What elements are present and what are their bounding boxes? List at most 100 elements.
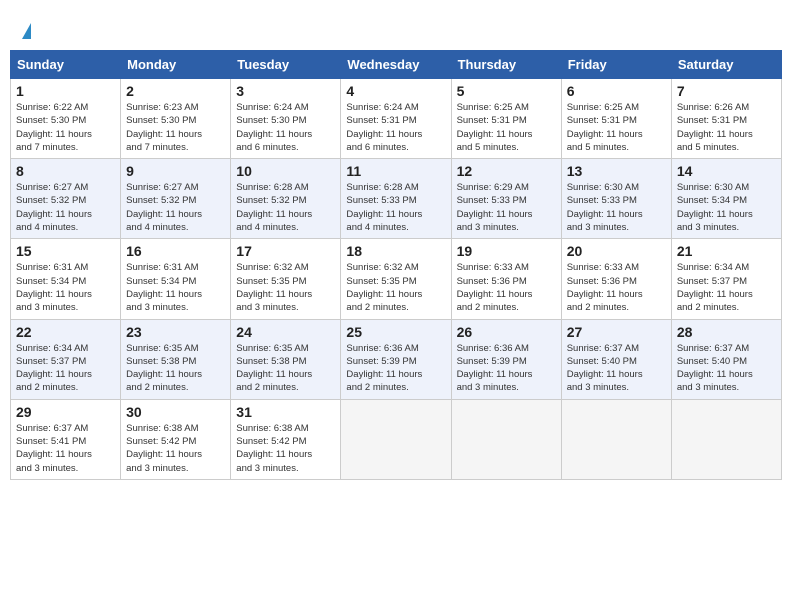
calendar-cell: 19 Sunrise: 6:33 AM Sunset: 5:36 PM Dayli…: [451, 239, 561, 319]
logo: [20, 20, 31, 40]
day-info: Sunrise: 6:30 AM Sunset: 5:34 PM Dayligh…: [677, 181, 776, 234]
day-info: Sunrise: 6:36 AM Sunset: 5:39 PM Dayligh…: [346, 342, 445, 395]
calendar-cell: 30 Sunrise: 6:38 AM Sunset: 5:42 PM Dayli…: [121, 399, 231, 479]
day-info: Sunrise: 6:24 AM Sunset: 5:30 PM Dayligh…: [236, 101, 335, 154]
calendar-cell: 29 Sunrise: 6:37 AM Sunset: 5:41 PM Dayli…: [11, 399, 121, 479]
day-info: Sunrise: 6:33 AM Sunset: 5:36 PM Dayligh…: [457, 261, 556, 314]
calendar-cell: 20Sunrise: 6:33 AM Sunset: 5:36 PM Dayli…: [561, 239, 671, 319]
day-number: 28: [677, 324, 776, 340]
calendar-cell: 24 Sunrise: 6:35 AM Sunset: 5:38 PM Dayli…: [231, 319, 341, 399]
day-info: Sunrise: 6:28 AM Sunset: 5:33 PM Dayligh…: [346, 181, 445, 234]
calendar-cell: 6Sunrise: 6:25 AM Sunset: 5:31 PM Daylig…: [561, 79, 671, 159]
calendar-week-2: 8Sunrise: 6:27 AM Sunset: 5:32 PM Daylig…: [11, 159, 782, 239]
day-info: Sunrise: 6:32 AM Sunset: 5:35 PM Dayligh…: [236, 261, 335, 314]
day-number: 6: [567, 83, 666, 99]
day-number: 22: [16, 324, 115, 340]
day-number: 14: [677, 163, 776, 179]
weekday-header-wednesday: Wednesday: [341, 51, 451, 79]
day-number: 25: [346, 324, 445, 340]
day-info: Sunrise: 6:29 AM Sunset: 5:33 PM Dayligh…: [457, 181, 556, 234]
day-number: 26: [457, 324, 556, 340]
calendar-cell: 1 Sunrise: 6:22 AM Sunset: 5:30 PM Daylig…: [11, 79, 121, 159]
calendar-body: 1 Sunrise: 6:22 AM Sunset: 5:30 PM Daylig…: [11, 79, 782, 480]
day-number: 19: [457, 243, 556, 259]
weekday-header-tuesday: Tuesday: [231, 51, 341, 79]
calendar-week-3: 15 Sunrise: 6:31 AM Sunset: 5:34 PM Dayli…: [11, 239, 782, 319]
day-number: 16: [126, 243, 225, 259]
day-info: Sunrise: 6:37 AM Sunset: 5:40 PM Dayligh…: [677, 342, 776, 395]
weekday-header-row: SundayMondayTuesdayWednesdayThursdayFrid…: [11, 51, 782, 79]
day-number: 27: [567, 324, 666, 340]
day-number: 15: [16, 243, 115, 259]
day-number: 18: [346, 243, 445, 259]
calendar-cell: 15 Sunrise: 6:31 AM Sunset: 5:34 PM Dayli…: [11, 239, 121, 319]
day-info: Sunrise: 6:34 AM Sunset: 5:37 PM Dayligh…: [16, 342, 115, 395]
day-info: Sunrise: 6:31 AM Sunset: 5:34 PM Dayligh…: [126, 261, 225, 314]
day-info: Sunrise: 6:38 AM Sunset: 5:42 PM Dayligh…: [126, 422, 225, 475]
calendar-cell: 31 Sunrise: 6:38 AM Sunset: 5:42 PM Dayli…: [231, 399, 341, 479]
calendar-cell: 18Sunrise: 6:32 AM Sunset: 5:35 PM Dayli…: [341, 239, 451, 319]
calendar-cell: 27 Sunrise: 6:37 AM Sunset: 5:40 PM Dayli…: [561, 319, 671, 399]
calendar-week-1: 1 Sunrise: 6:22 AM Sunset: 5:30 PM Daylig…: [11, 79, 782, 159]
calendar-cell: 25 Sunrise: 6:36 AM Sunset: 5:39 PM Dayli…: [341, 319, 451, 399]
day-number: 20: [567, 243, 666, 259]
calendar-cell: 28 Sunrise: 6:37 AM Sunset: 5:40 PM Dayli…: [671, 319, 781, 399]
day-number: 23: [126, 324, 225, 340]
day-number: 24: [236, 324, 335, 340]
day-number: 12: [457, 163, 556, 179]
day-number: 2: [126, 83, 225, 99]
calendar-week-4: 22 Sunrise: 6:34 AM Sunset: 5:37 PM Dayli…: [11, 319, 782, 399]
calendar-cell: 4Sunrise: 6:24 AM Sunset: 5:31 PM Daylig…: [341, 79, 451, 159]
calendar-cell: 17 Sunrise: 6:32 AM Sunset: 5:35 PM Dayli…: [231, 239, 341, 319]
weekday-header-thursday: Thursday: [451, 51, 561, 79]
day-info: Sunrise: 6:37 AM Sunset: 5:41 PM Dayligh…: [16, 422, 115, 475]
calendar-cell: 12 Sunrise: 6:29 AM Sunset: 5:33 PM Dayli…: [451, 159, 561, 239]
calendar-cell: [671, 399, 781, 479]
day-info: Sunrise: 6:34 AM Sunset: 5:37 PM Dayligh…: [677, 261, 776, 314]
day-info: Sunrise: 6:26 AM Sunset: 5:31 PM Dayligh…: [677, 101, 776, 154]
calendar-cell: 2 Sunrise: 6:23 AM Sunset: 5:30 PM Daylig…: [121, 79, 231, 159]
weekday-header-monday: Monday: [121, 51, 231, 79]
day-number: 5: [457, 83, 556, 99]
day-info: Sunrise: 6:38 AM Sunset: 5:42 PM Dayligh…: [236, 422, 335, 475]
calendar-cell: 9 Sunrise: 6:27 AM Sunset: 5:32 PM Daylig…: [121, 159, 231, 239]
day-number: 13: [567, 163, 666, 179]
calendar-cell: 22 Sunrise: 6:34 AM Sunset: 5:37 PM Dayli…: [11, 319, 121, 399]
calendar-cell: 5 Sunrise: 6:25 AM Sunset: 5:31 PM Daylig…: [451, 79, 561, 159]
day-number: 1: [16, 83, 115, 99]
calendar-cell: 10Sunrise: 6:28 AM Sunset: 5:32 PM Dayli…: [231, 159, 341, 239]
day-number: 31: [236, 404, 335, 420]
calendar-cell: [341, 399, 451, 479]
day-number: 29: [16, 404, 115, 420]
day-number: 9: [126, 163, 225, 179]
day-number: 4: [346, 83, 445, 99]
day-number: 21: [677, 243, 776, 259]
day-info: Sunrise: 6:31 AM Sunset: 5:34 PM Dayligh…: [16, 261, 115, 314]
calendar-cell: 21 Sunrise: 6:34 AM Sunset: 5:37 PM Dayli…: [671, 239, 781, 319]
weekday-header-saturday: Saturday: [671, 51, 781, 79]
day-info: Sunrise: 6:37 AM Sunset: 5:40 PM Dayligh…: [567, 342, 666, 395]
day-info: Sunrise: 6:22 AM Sunset: 5:30 PM Dayligh…: [16, 101, 115, 154]
calendar-cell: 7 Sunrise: 6:26 AM Sunset: 5:31 PM Daylig…: [671, 79, 781, 159]
day-number: 10: [236, 163, 335, 179]
day-info: Sunrise: 6:25 AM Sunset: 5:31 PM Dayligh…: [457, 101, 556, 154]
calendar-cell: 3 Sunrise: 6:24 AM Sunset: 5:30 PM Daylig…: [231, 79, 341, 159]
calendar-cell: [451, 399, 561, 479]
day-number: 17: [236, 243, 335, 259]
calendar-cell: 11 Sunrise: 6:28 AM Sunset: 5:33 PM Dayli…: [341, 159, 451, 239]
day-number: 7: [677, 83, 776, 99]
day-number: 30: [126, 404, 225, 420]
day-info: Sunrise: 6:35 AM Sunset: 5:38 PM Dayligh…: [236, 342, 335, 395]
day-info: Sunrise: 6:36 AM Sunset: 5:39 PM Dayligh…: [457, 342, 556, 395]
calendar-header: SundayMondayTuesdayWednesdayThursdayFrid…: [11, 51, 782, 79]
day-info: Sunrise: 6:30 AM Sunset: 5:33 PM Dayligh…: [567, 181, 666, 234]
day-info: Sunrise: 6:27 AM Sunset: 5:32 PM Dayligh…: [126, 181, 225, 234]
logo-text: [20, 20, 31, 42]
calendar-cell: 23Sunrise: 6:35 AM Sunset: 5:38 PM Dayli…: [121, 319, 231, 399]
calendar-cell: [561, 399, 671, 479]
day-number: 3: [236, 83, 335, 99]
day-number: 11: [346, 163, 445, 179]
calendar-cell: 8Sunrise: 6:27 AM Sunset: 5:32 PM Daylig…: [11, 159, 121, 239]
day-info: Sunrise: 6:23 AM Sunset: 5:30 PM Dayligh…: [126, 101, 225, 154]
calendar-cell: 16 Sunrise: 6:31 AM Sunset: 5:34 PM Dayli…: [121, 239, 231, 319]
